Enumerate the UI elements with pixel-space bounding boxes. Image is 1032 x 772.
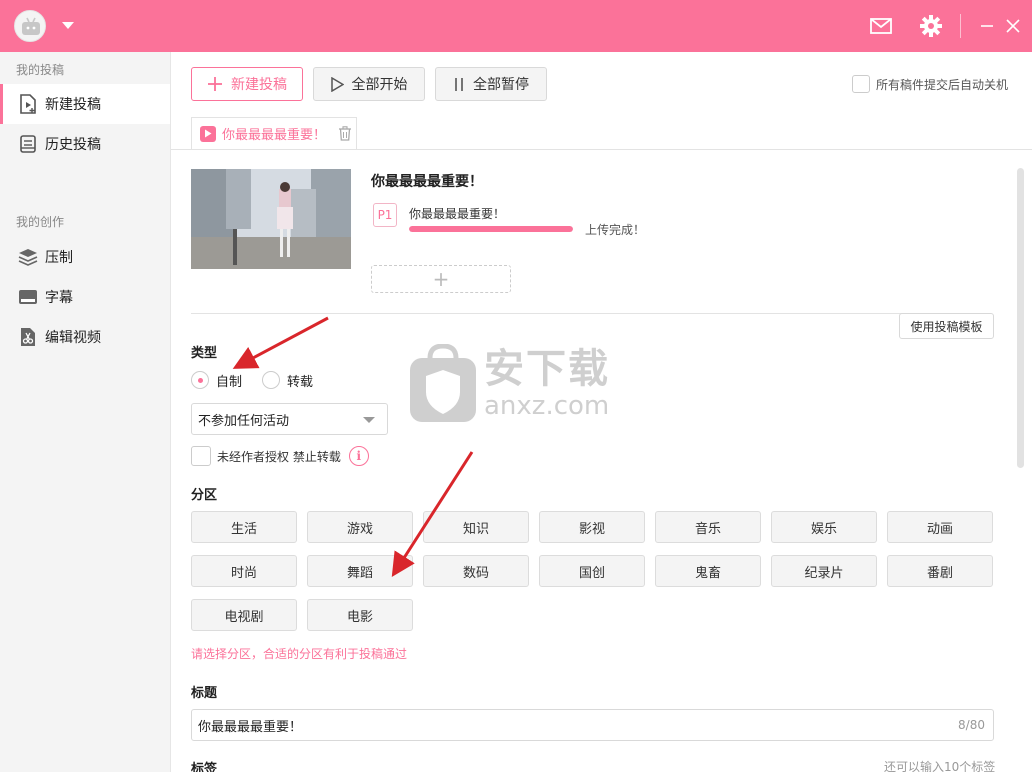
title-input-value: 你最最最最重要！ (198, 719, 303, 735)
minimize-icon[interactable] (974, 13, 1000, 39)
part-name[interactable]: 你最最最最重要！ (409, 205, 505, 222)
sidebar-item-label: 新建投稿 (45, 97, 101, 113)
zone-button[interactable]: 电影 (307, 599, 413, 631)
play-icon (330, 76, 344, 92)
tab-label: 你最最最最重要！ (222, 128, 327, 143)
plus-icon (207, 76, 223, 92)
video-thumbnail[interactable] (191, 169, 351, 269)
type-label: 类型 (191, 346, 218, 361)
sidebar-item-label: 历史投稿 (45, 137, 101, 153)
bilibili-tv-icon (22, 17, 40, 35)
zone-button[interactable]: 番剧 (887, 555, 993, 587)
gear-icon[interactable] (918, 13, 944, 39)
upload-progress-bar (409, 226, 573, 232)
sidebar-item-subtitles[interactable]: 字幕 (0, 277, 170, 317)
auto-shutdown-option[interactable]: 所有稿件提交后自动关机 (852, 74, 1008, 94)
shield-bag-icon (410, 344, 476, 422)
info-icon[interactable]: i (348, 446, 369, 466)
zone-button[interactable]: 游戏 (307, 511, 413, 543)
radio-original[interactable] (191, 371, 209, 389)
type-original-option[interactable]: 自制 (191, 370, 242, 390)
sidebar-item-compress[interactable]: 压制 (0, 237, 170, 277)
type-repost-option[interactable]: 转载 (262, 370, 313, 390)
watermark-en: anxz.com (484, 391, 610, 421)
close-icon[interactable] (1000, 13, 1026, 39)
zone-button[interactable]: 数码 (423, 555, 529, 587)
section-divider (191, 313, 991, 314)
sidebar-item-edit-video[interactable]: 编辑视频 (0, 317, 170, 357)
sidebar: 我的投稿 新建投稿 历史投稿 我的创作 压制 字幕 编辑视频 (0, 52, 171, 772)
sidebar-group-my-submissions: 我的投稿 (16, 63, 65, 77)
type-original-label: 自制 (216, 374, 243, 390)
zone-button[interactable]: 舞蹈 (307, 555, 413, 587)
layers-icon (18, 247, 38, 267)
zone-button[interactable]: 生活 (191, 511, 297, 543)
new-submission-label: 新建投稿 (231, 77, 287, 93)
mail-icon[interactable] (868, 13, 894, 39)
tab-current-submission[interactable]: 你最最最最重要！ (191, 117, 357, 149)
upload-video-icon (18, 94, 38, 114)
zone-button[interactable]: 国创 (539, 555, 645, 587)
new-submission-button[interactable]: 新建投稿 (191, 67, 303, 101)
start-all-label: 全部开始 (351, 77, 408, 93)
title-bar-divider (960, 14, 961, 38)
auto-shutdown-label: 所有稿件提交后自动关机 (876, 77, 1009, 92)
sidebar-item-label: 压制 (45, 250, 73, 266)
title-input[interactable]: 你最最最最重要！ 8/80 (191, 709, 994, 741)
auto-shutdown-checkbox[interactable] (852, 75, 870, 93)
sidebar-item-label: 编辑视频 (45, 330, 101, 346)
title-bar (0, 0, 1032, 52)
type-repost-label: 转载 (287, 374, 314, 390)
zone-button[interactable]: 电视剧 (191, 599, 297, 631)
caret-down-icon[interactable] (62, 22, 74, 29)
tags-hint: 还可以输入10个标签 (884, 760, 996, 772)
zone-button[interactable]: 娱乐 (771, 511, 877, 543)
pause-all-button[interactable]: 全部暂停 (435, 67, 547, 101)
start-all-button[interactable]: 全部开始 (313, 67, 425, 101)
pause-all-label: 全部暂停 (473, 77, 529, 93)
sidebar-group-my-creations: 我的创作 (16, 215, 65, 229)
watermark: 安下载 anxz.com (408, 344, 610, 424)
no-repost-label: 未经作者授权 禁止转载 (217, 449, 341, 464)
tags-label: 标签 (191, 762, 218, 772)
add-part-button[interactable]: + (371, 265, 511, 293)
sidebar-item-label: 字幕 (45, 290, 73, 306)
history-icon (18, 134, 38, 154)
zone-button[interactable]: 知识 (423, 511, 529, 543)
pause-icon (453, 77, 465, 92)
no-repost-option[interactable]: 未经作者授权 禁止转载 i (191, 445, 369, 467)
watermark-cn: 安下载 (484, 346, 610, 392)
subtitles-icon (18, 287, 38, 307)
upload-status: 上传完成！ (585, 223, 646, 237)
chevron-down-icon (363, 417, 375, 423)
upload-progress-fill (409, 226, 573, 232)
zone-button[interactable]: 鬼畜 (655, 555, 761, 587)
zone-button[interactable]: 时尚 (191, 555, 297, 587)
part-badge: P1 (373, 203, 397, 227)
zone-hint: 请选择分区，合适的分区有利于投稿通过 (191, 647, 408, 661)
zone-button[interactable]: 影视 (539, 511, 645, 543)
title-label: 标题 (191, 686, 218, 701)
activity-select[interactable]: 不参加任何活动 (191, 403, 388, 435)
watermark-text: 安下载 anxz.com (484, 347, 610, 421)
sidebar-item-new-submission[interactable]: 新建投稿 (0, 84, 170, 124)
scissors-icon (18, 327, 38, 347)
scrollbar-thumb[interactable] (1017, 168, 1024, 468)
use-template-button[interactable]: 使用投稿模板 (899, 313, 994, 339)
trash-icon[interactable] (338, 126, 352, 141)
sidebar-item-history[interactable]: 历史投稿 (0, 124, 170, 164)
arrow-to-original (232, 316, 329, 369)
zone-button[interactable]: 纪录片 (771, 555, 877, 587)
no-repost-checkbox[interactable] (191, 446, 211, 466)
video-title: 你最最最最重要！ (371, 174, 483, 190)
tab-divider (171, 149, 1032, 150)
zone-button[interactable]: 动画 (887, 511, 993, 543)
activity-select-value: 不参加任何活动 (198, 413, 290, 429)
zone-label: 分区 (191, 488, 218, 503)
video-file-icon (200, 125, 216, 142)
title-char-count: 8/80 (958, 718, 985, 732)
avatar[interactable] (14, 10, 46, 42)
radio-repost[interactable] (262, 371, 280, 389)
zone-button[interactable]: 音乐 (655, 511, 761, 543)
